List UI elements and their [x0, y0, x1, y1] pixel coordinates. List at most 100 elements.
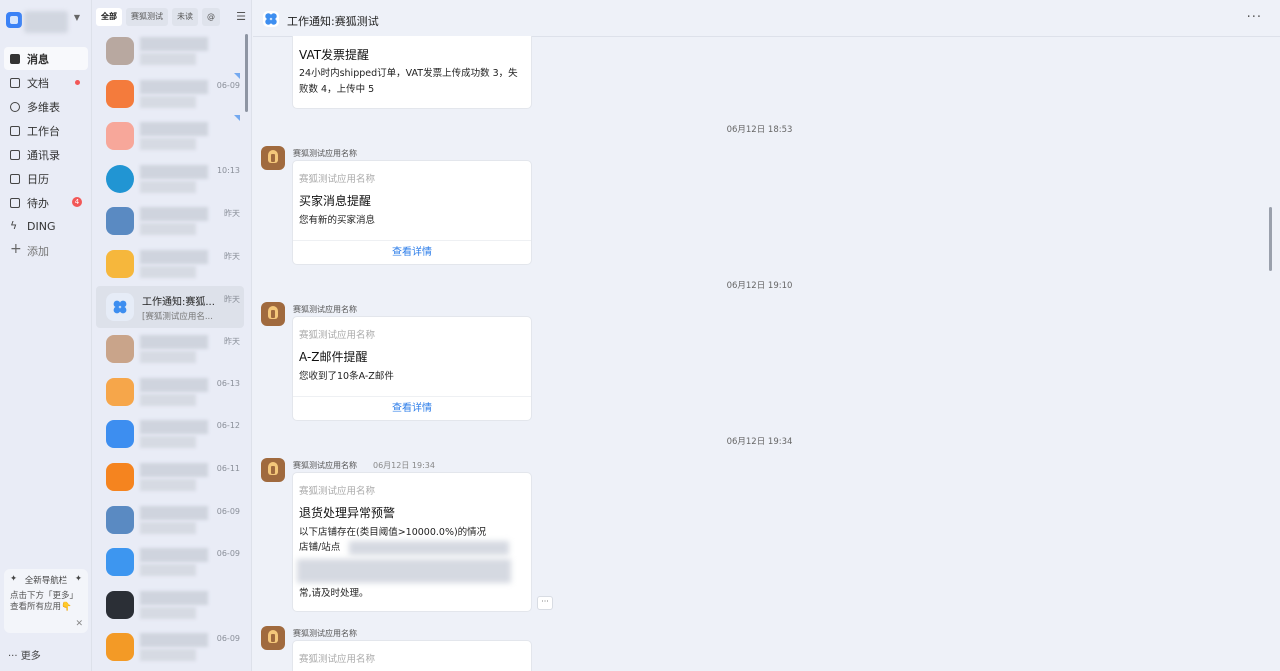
organization-name-blurred	[24, 11, 68, 33]
conversation-item[interactable]	[96, 584, 244, 626]
conversation-preview-blurred	[140, 564, 196, 577]
message-more-button[interactable]: ···	[537, 596, 553, 610]
card-body: 您收到了10条A-Z邮件	[299, 371, 394, 382]
nav-item-multidim-table[interactable]: 多维表	[4, 95, 88, 118]
nav-item-add[interactable]: 添加	[4, 239, 88, 262]
conversation-item[interactable]: 昨天	[96, 328, 244, 370]
conversation-title-blurred	[140, 548, 208, 563]
organization-switcher[interactable]: ▼	[6, 8, 86, 34]
conversation-item[interactable]: 06-09	[96, 626, 244, 668]
conversation-title-blurred	[140, 164, 208, 179]
nav-item-label: 消息	[27, 52, 49, 66]
conversation-item[interactable]: 昨天	[96, 243, 244, 285]
conversation-avatar	[106, 335, 134, 364]
app-avatar[interactable]	[261, 626, 285, 650]
card-app-name: 赛狐测试应用名称	[299, 174, 376, 185]
redacted-content	[297, 559, 511, 583]
conversation-avatar	[106, 250, 134, 278]
conversation-time: 昨天	[224, 209, 240, 219]
conversation-title-blurred	[140, 207, 208, 222]
view-details-link[interactable]: 查看详情	[293, 240, 531, 264]
unread-dot	[75, 80, 80, 85]
conversation-item[interactable]: 工作通知:赛狐... [赛狐测试应用名... 昨天	[96, 285, 244, 328]
conversation-item[interactable]: 06-09	[96, 499, 244, 541]
conversation-item[interactable]: 06-09	[96, 541, 244, 583]
nav-item-label: 工作台	[27, 124, 60, 138]
conversation-title-blurred	[140, 79, 208, 94]
message-card[interactable]: 赛狐测试应用名称 退货处理异常预警 以下店铺存在(类目阈值>10000.0%)的…	[292, 472, 532, 612]
nav-item-messages[interactable]: 消息	[4, 47, 88, 70]
conversation-item[interactable]: 06-12	[96, 413, 244, 455]
message-card[interactable]: 赛狐测试应用名称 A-Z邮件提醒 您收到了10条A-Z邮件 查看详情	[292, 316, 532, 421]
conversation-title-blurred	[140, 122, 208, 137]
pinned-corner-icon	[234, 115, 240, 122]
message-card[interactable]: 赛狐测试应用名称 买家消息提醒 您有新的买家消息 查看详情	[292, 160, 532, 265]
conversation-avatar	[106, 79, 134, 108]
conversation-preview-blurred	[140, 436, 196, 449]
message-card[interactable]: 赛狐测试应用名称	[292, 640, 532, 671]
conversation-avatar	[106, 164, 134, 193]
sparkle-icon: ✦	[10, 574, 18, 584]
conversation-avatar	[106, 420, 134, 449]
nav-item-todo[interactable]: 待办 4	[4, 191, 88, 214]
nav-item-label: 文档	[27, 76, 49, 90]
conversation-time: 昨天	[224, 337, 240, 347]
message-timestamp: 06月12日 19:34	[726, 437, 793, 447]
conversation-preview-blurred	[140, 223, 196, 236]
conversation-preview-blurred	[140, 649, 196, 662]
message-sender: 赛狐测试应用名称	[293, 629, 357, 638]
nav-item-workbench[interactable]: 工作台	[4, 119, 88, 142]
conversation-title-blurred	[140, 505, 208, 520]
conversation-preview-blurred	[140, 393, 196, 406]
conversation-scrollbar[interactable]	[245, 34, 248, 112]
conversation-avatar	[106, 37, 134, 65]
menu-icon[interactable]: ☰	[236, 10, 246, 23]
nav-item-ding[interactable]: DING	[4, 215, 88, 238]
chat-scrollbar[interactable]	[1269, 207, 1272, 271]
conversation-item[interactable]: 06-13	[96, 371, 244, 413]
filter-unread[interactable]: 未读	[172, 8, 198, 26]
conversation-avatar	[106, 633, 134, 662]
nav-item-label: 日历	[27, 172, 49, 186]
document-icon	[10, 77, 20, 88]
conversation-avatar	[106, 463, 134, 491]
nav-list: 消息 文档 多维表 工作台 通讯录 日历 待办 4 ϟ DING + 添加	[4, 47, 88, 263]
conversation-avatar	[106, 377, 134, 406]
view-details-link[interactable]: 查看详情	[293, 396, 531, 420]
left-navigation: ▼ 消息 文档 多维表 工作台 通讯录 日历 待办 4 ϟ DING + 添加 …	[0, 0, 92, 671]
more-options-button[interactable]: ···	[1247, 10, 1262, 25]
nav-item-calendar[interactable]: 日历	[4, 167, 88, 190]
card-body-line: 常,请及时处理。	[299, 588, 369, 599]
card-body-line: 店铺/站点	[299, 542, 341, 553]
close-icon[interactable]: ✕	[75, 619, 83, 629]
filter-saihu-test[interactable]: 赛狐测试	[126, 8, 168, 26]
nav-item-contacts[interactable]: 通讯录	[4, 143, 88, 166]
conversation-time: 昨天	[224, 294, 240, 304]
filter-mentions[interactable]: @	[202, 8, 220, 26]
app-avatar[interactable]	[261, 146, 285, 170]
todo-count-badge: 4	[72, 197, 82, 207]
nav-item-documents[interactable]: 文档	[4, 71, 88, 94]
conversation-title-blurred	[140, 420, 208, 435]
pointing-down-icon: 👇	[61, 602, 72, 612]
app-avatar[interactable]	[261, 302, 285, 326]
filter-all[interactable]: 全部	[96, 8, 122, 26]
conversation-item[interactable]	[96, 30, 244, 72]
conversation-avatar	[106, 207, 134, 236]
app-avatar[interactable]	[261, 458, 285, 482]
conversation-item[interactable]: 06-11	[96, 456, 244, 498]
conversation-list: 全部 赛狐测试 未读 @ ☰ 06-09 10:13 昨天 昨天 工作通知:赛狐...[…	[92, 0, 252, 671]
card-body: 24小时内shipped订单，VAT发票上传成功数 3，失败数 4，上传中 5	[299, 68, 518, 95]
conversation-avatar	[106, 590, 134, 619]
conversation-title-blurred	[140, 377, 208, 392]
nav-more-button[interactable]: ··· 更多	[8, 647, 41, 662]
conversation-item[interactable]: 昨天	[96, 200, 244, 242]
conversation-preview-blurred	[140, 479, 196, 491]
chat-avatar[interactable]	[263, 11, 279, 27]
conversation-item[interactable]	[96, 115, 244, 157]
conversation-item[interactable]: 06-09	[96, 72, 244, 115]
message-card[interactable]: VAT发票提醒 24小时内shipped订单，VAT发票上传成功数 3，失败数 …	[292, 36, 532, 109]
conversation-avatar	[106, 548, 134, 577]
conversation-item[interactable]: 10:13	[96, 158, 244, 200]
chat-header: 工作通知:赛狐测试 ···	[253, 0, 1280, 37]
